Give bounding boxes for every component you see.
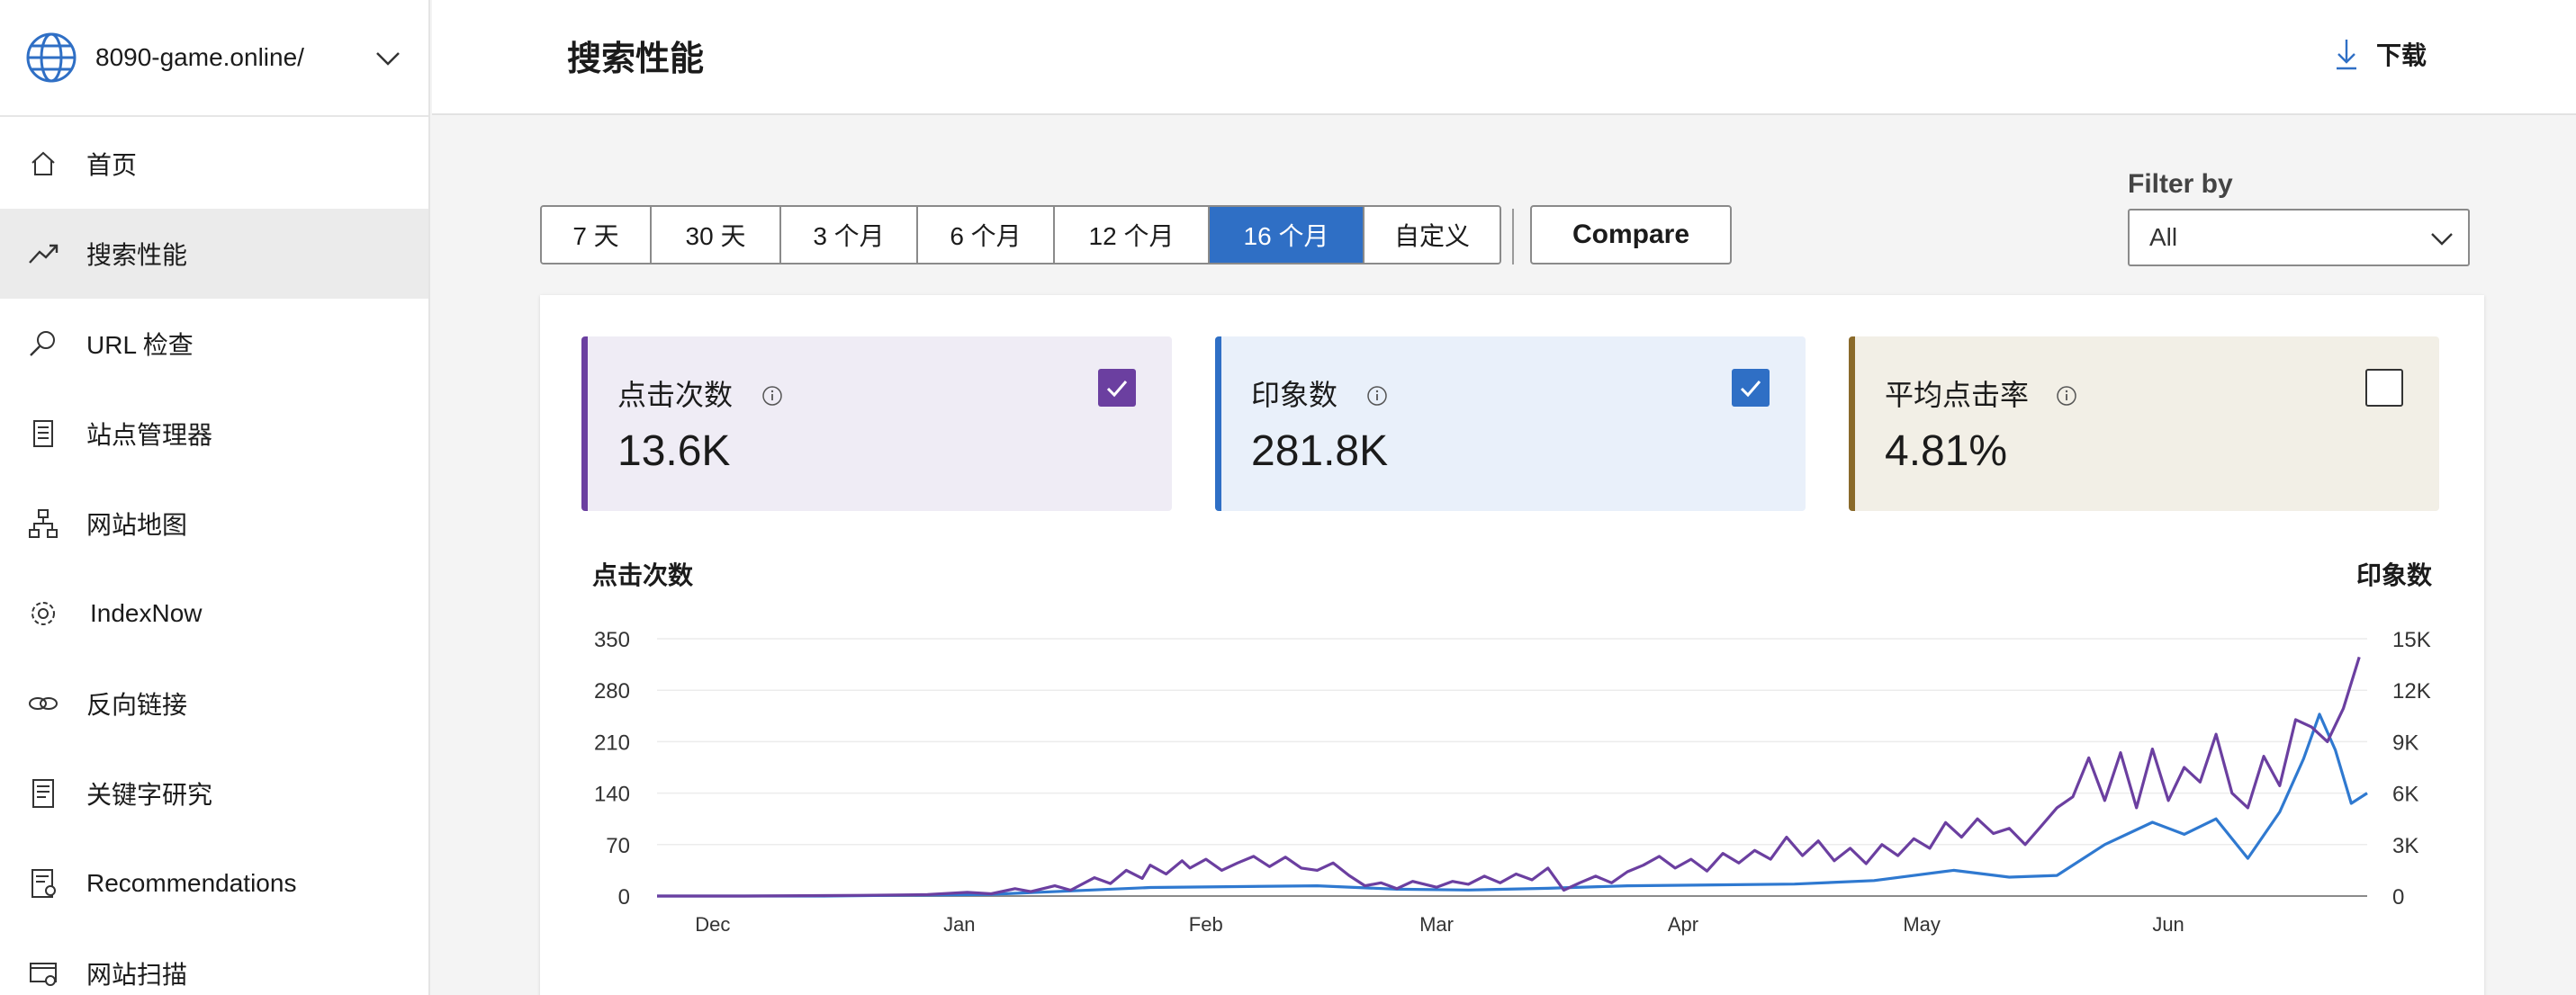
- sidebar-item-label: 首页: [86, 151, 138, 179]
- sidebar-item-label: 站点管理器: [86, 421, 213, 449]
- range-3-months-button[interactable]: 3 个月: [781, 207, 918, 263]
- sidebar-item-label: IndexNow: [90, 599, 203, 627]
- y-left-tick-label: 70: [606, 834, 630, 858]
- site-selector[interactable]: 8090-game.online/: [0, 0, 428, 117]
- x-tick-label: Jun: [2152, 913, 2184, 936]
- sidebar-item-label: URL 检查: [86, 331, 194, 359]
- y-right-tick-label: 15K: [2392, 628, 2431, 652]
- x-tick-label: May: [1903, 913, 1941, 936]
- trend-icon: [29, 244, 59, 264]
- y-left-tick-label: 0: [618, 885, 630, 910]
- filter-label: Filter by: [2128, 169, 2233, 199]
- sidebar-item-backlinks[interactable]: 反向链接: [0, 659, 428, 748]
- download-button[interactable]: 下载: [2333, 36, 2427, 72]
- range-7-days-button[interactable]: 7 天: [542, 207, 652, 263]
- top-bar: 搜索性能 下载: [432, 0, 2576, 115]
- range-custom-button[interactable]: 自定义: [1365, 207, 1500, 263]
- y-left-tick-label: 350: [594, 628, 630, 652]
- y-right-tick-label: 12K: [2392, 679, 2431, 704]
- home-icon: [32, 151, 55, 175]
- chevron-down-icon[interactable]: [373, 43, 403, 74]
- y-right-tick-label: 9K: [2392, 731, 2418, 755]
- sidebar-item-home[interactable]: 首页: [0, 119, 428, 209]
- sidebar-item-url-inspection[interactable]: URL 检查: [0, 299, 428, 389]
- sidebar-item-sitemaps[interactable]: 网站地图: [0, 479, 428, 569]
- range-6-months-button[interactable]: 6 个月: [918, 207, 1055, 263]
- date-range-selector: 7 天 30 天 3 个月 6 个月 12 个月 16 个月 自定义: [540, 205, 1501, 264]
- y-left-tick-label: 280: [594, 679, 630, 704]
- sitemap-icon: [29, 509, 58, 538]
- sidebar-item-label: Recommendations: [86, 869, 297, 897]
- document-icon: [32, 779, 54, 808]
- checklist-icon: [33, 420, 53, 447]
- sidebar-item-label: 关键字研究: [86, 781, 213, 809]
- performance-chart: 350 15K 280 12K 210 9K 140 6K 70 3K 0 0 Dec Jan Feb Mar…: [594, 628, 2431, 936]
- sidebar-item-label: 搜索性能: [86, 241, 188, 269]
- x-tick-label: Apr: [1668, 913, 1698, 936]
- report-icon: [32, 869, 56, 898]
- globe-icon: [26, 32, 77, 83]
- filter-value: All: [2149, 223, 2178, 251]
- download-icon: [2337, 40, 2356, 70]
- x-tick-label: Dec: [695, 913, 730, 936]
- y-right-tick-label: 0: [2392, 885, 2404, 910]
- y-right-tick-label: 3K: [2392, 834, 2418, 858]
- download-label: 下载: [2376, 41, 2427, 69]
- sidebar-item-search-performance[interactable]: 搜索性能: [0, 209, 428, 299]
- x-tick-label: Jan: [943, 913, 975, 936]
- sidebar-item-recommendations[interactable]: Recommendations: [0, 838, 428, 928]
- sidebar-item-label: 网站地图: [86, 511, 188, 539]
- performance-card: 点击次数 13.6K 印象数 281.8K 平均点击率 4.81% 点击次数 印…: [540, 295, 2484, 995]
- sidebar-item-label: 反向链接: [86, 691, 188, 719]
- range-divider: [1512, 209, 1514, 264]
- range-12-months-button[interactable]: 12 个月: [1055, 207, 1210, 263]
- sidebar-item-indexnow[interactable]: IndexNow: [0, 569, 428, 659]
- sidebar: 8090-game.online/ 首页 搜索性能 URL 检查 站点管理器 网…: [0, 0, 430, 995]
- clicks-series-line: [657, 656, 2361, 898]
- search-icon: [30, 331, 55, 356]
- x-tick-label: Mar: [1419, 913, 1454, 936]
- sidebar-item-site-explorer[interactable]: 站点管理器: [0, 389, 428, 479]
- scan-icon: [30, 963, 57, 986]
- x-tick-label: Feb: [1189, 913, 1223, 936]
- y-left-tick-label: 140: [594, 783, 630, 807]
- gear-icon: [32, 602, 55, 625]
- site-name: 8090-game.online/: [95, 43, 304, 71]
- range-30-days-button[interactable]: 30 天: [652, 207, 781, 263]
- y-right-tick-label: 6K: [2392, 783, 2418, 807]
- sidebar-item-label: 网站扫描: [86, 961, 188, 989]
- page-title: 搜索性能: [567, 40, 705, 78]
- sidebar-item-site-scan[interactable]: 网站扫描: [0, 928, 428, 995]
- chevron-down-icon: [2431, 233, 2453, 246]
- sidebar-item-keyword-research[interactable]: 关键字研究: [0, 748, 428, 838]
- link-icon: [29, 697, 58, 710]
- y-left-tick-label: 210: [594, 731, 630, 755]
- range-16-months-button[interactable]: 16 个月: [1210, 207, 1365, 263]
- filter-select[interactable]: All: [2128, 209, 2470, 266]
- compare-button[interactable]: Compare: [1530, 205, 1732, 264]
